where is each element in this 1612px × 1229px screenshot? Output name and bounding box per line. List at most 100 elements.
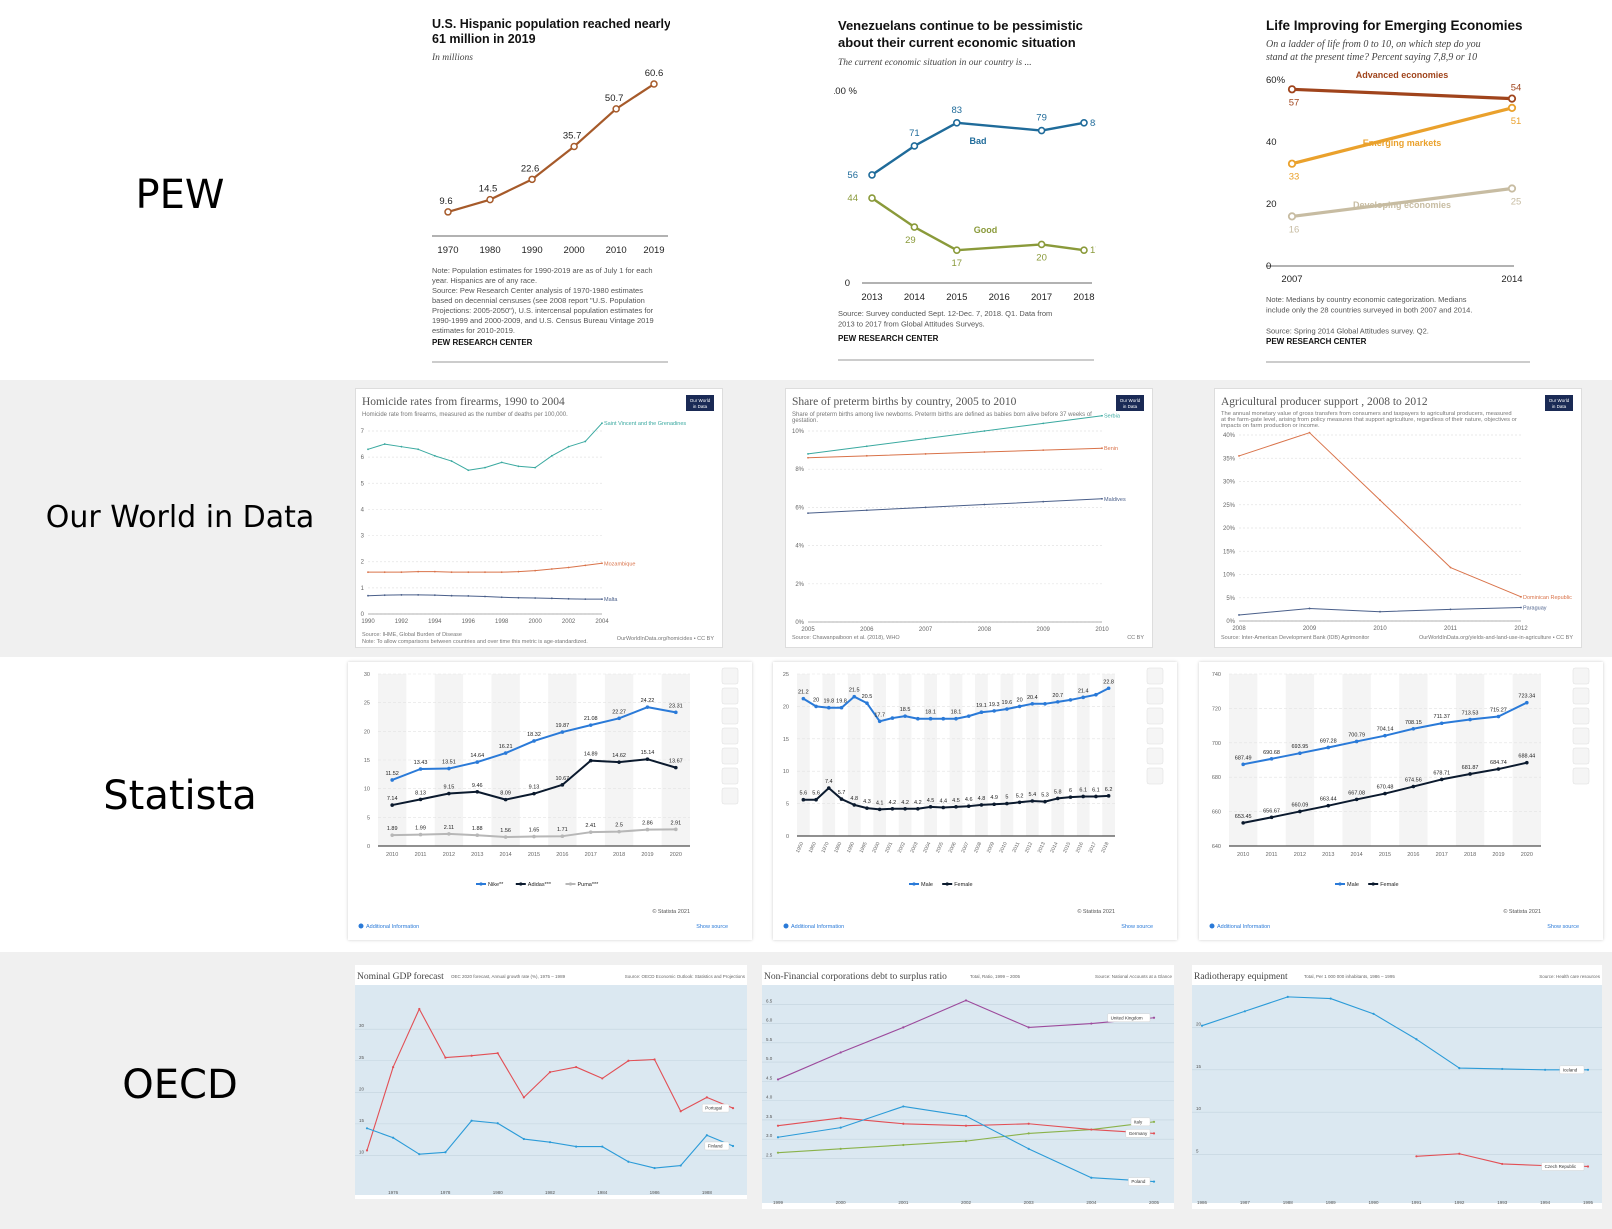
y-tick-label: 640: [1212, 844, 1221, 850]
data-label: 4.6: [965, 797, 973, 803]
data-point: [588, 758, 593, 763]
data-point: [953, 246, 961, 254]
column-band: [949, 674, 963, 836]
legend-marker: [1371, 882, 1375, 886]
data-label: 18.5: [900, 707, 911, 713]
chart-url[interactable]: OurWorldInData.org/yields-and-land-use-i…: [1419, 635, 1573, 641]
legend-label: Nike**: [488, 882, 504, 888]
data-point: [1043, 799, 1047, 804]
chart-url[interactable]: CC BY: [1127, 635, 1144, 641]
y-tick-label: 1: [361, 586, 365, 592]
data-point: [601, 422, 603, 425]
chart-source: Source: National Accounts at a Glance: [1095, 974, 1173, 979]
data-point: [1496, 714, 1501, 719]
share-icon: [1146, 727, 1164, 745]
data-label: 5.8: [1054, 789, 1062, 795]
flag-icon: [721, 767, 739, 785]
gear-icon: [1146, 707, 1164, 725]
data-point: [1005, 707, 1009, 711]
data-point: [1269, 815, 1274, 820]
data-label: 57: [1289, 97, 1300, 108]
data-point: [1241, 762, 1245, 767]
data-point: [534, 466, 537, 469]
data-label: 713.53: [1462, 711, 1479, 717]
quote-icon: [1146, 747, 1164, 765]
y-tick-label: 20: [359, 1086, 365, 1091]
data-point: [1449, 566, 1452, 569]
chart-url[interactable]: OurWorldInData.org/homicides • CC BY: [617, 636, 715, 642]
x-tick-label: 2018: [1464, 852, 1476, 858]
data-point: [534, 597, 537, 599]
data-point: [1379, 610, 1381, 613]
side-toolbar: [1146, 667, 1164, 785]
chart-subtitle-line2: stand at the present time? Percent sayin…: [1266, 52, 1477, 63]
x-tick-label: 2014: [1351, 852, 1363, 858]
series-label: Iceland: [1563, 1067, 1578, 1072]
data-label: 29: [905, 235, 916, 246]
band-label-pew: PEW: [135, 172, 225, 218]
series-label: Serbia: [1104, 414, 1121, 420]
data-point: [1101, 497, 1103, 500]
show-source-link[interactable]: Show source: [1121, 924, 1153, 930]
additional-info-link[interactable]: Additional Information: [1217, 924, 1270, 930]
data-point: [390, 833, 394, 837]
data-label: 1.88: [472, 826, 483, 832]
data-point: [1042, 500, 1045, 503]
chart-title: Non-Financial corporations debt to surpl…: [764, 972, 947, 982]
data-point: [447, 791, 451, 796]
data-point: [500, 571, 503, 574]
x-tick-label: 2009: [1303, 626, 1317, 632]
owid-logo-line1: Our World: [1120, 398, 1141, 403]
data-point: [548, 1071, 552, 1074]
data-point: [1415, 1038, 1418, 1041]
x-tick-label: 1995: [1583, 1200, 1594, 1205]
pew-chart-2: Venezuelans continue to be pessimistic a…: [834, 10, 1096, 370]
additional-info-link[interactable]: Additional Information: [366, 924, 419, 930]
y-tick-label: 740: [1212, 672, 1221, 678]
data-point: [1200, 1024, 1204, 1027]
chart-note: Note: To allow comparisons between count…: [362, 639, 588, 645]
legend-label: Male: [921, 882, 933, 888]
data-point: [1501, 1162, 1504, 1166]
column-band: [1455, 674, 1485, 846]
x-tick-label: 2002: [961, 1200, 972, 1205]
x-tick-label: 2008: [973, 841, 983, 854]
data-label: 684.74: [1490, 760, 1507, 766]
data-point: [450, 571, 453, 574]
data-point: [575, 1065, 578, 1069]
data-point: [484, 571, 486, 574]
note-line: Source: Spring 2014 Global Attitudes sur…: [1266, 327, 1429, 336]
data-label: 653.45: [1235, 814, 1252, 820]
chart-title-line1: U.S. Hispanic population reached nearly: [432, 17, 670, 31]
data-point: [365, 1149, 369, 1152]
column-band: [873, 674, 887, 836]
data-point: [1094, 692, 1098, 697]
data-point: [560, 730, 565, 734]
data-point: [827, 786, 831, 790]
data-point: [839, 1051, 842, 1054]
additional-info-link[interactable]: Additional Information: [791, 924, 844, 930]
x-tick-label: 1978: [440, 1190, 451, 1195]
data-point: [528, 175, 536, 184]
x-tick-label: 2015: [946, 292, 967, 303]
show-source-link[interactable]: Show source: [696, 924, 728, 930]
plot-area: 0 1 2 3 4 5 6 7 1990 1992 1994 1996 1998 2000 2002 2004…: [361, 421, 687, 625]
data-label: 723.34: [1518, 694, 1535, 700]
data-point: [1152, 1120, 1156, 1123]
x-tick-label: 2013: [471, 852, 483, 858]
chart-notes: Source: Survey conducted Sept. 12-Dec. 7…: [838, 309, 1052, 329]
y-tick-label: 60%: [1266, 75, 1286, 86]
show-source-link[interactable]: Show source: [1547, 924, 1579, 930]
data-label: 14.5: [479, 184, 498, 195]
y-tick-label: 20: [1266, 199, 1277, 210]
data-point: [731, 1106, 735, 1110]
data-point: [1383, 733, 1387, 738]
y-tick-label: 20: [1196, 1021, 1202, 1026]
data-point: [679, 1110, 682, 1113]
data-point: [450, 594, 453, 597]
star-icon: [721, 667, 739, 685]
chart-title: Nominal GDP forecast: [357, 971, 444, 982]
data-point: [444, 208, 452, 216]
data-point: [486, 195, 494, 204]
x-tick-label: 2003: [1024, 1200, 1035, 1205]
